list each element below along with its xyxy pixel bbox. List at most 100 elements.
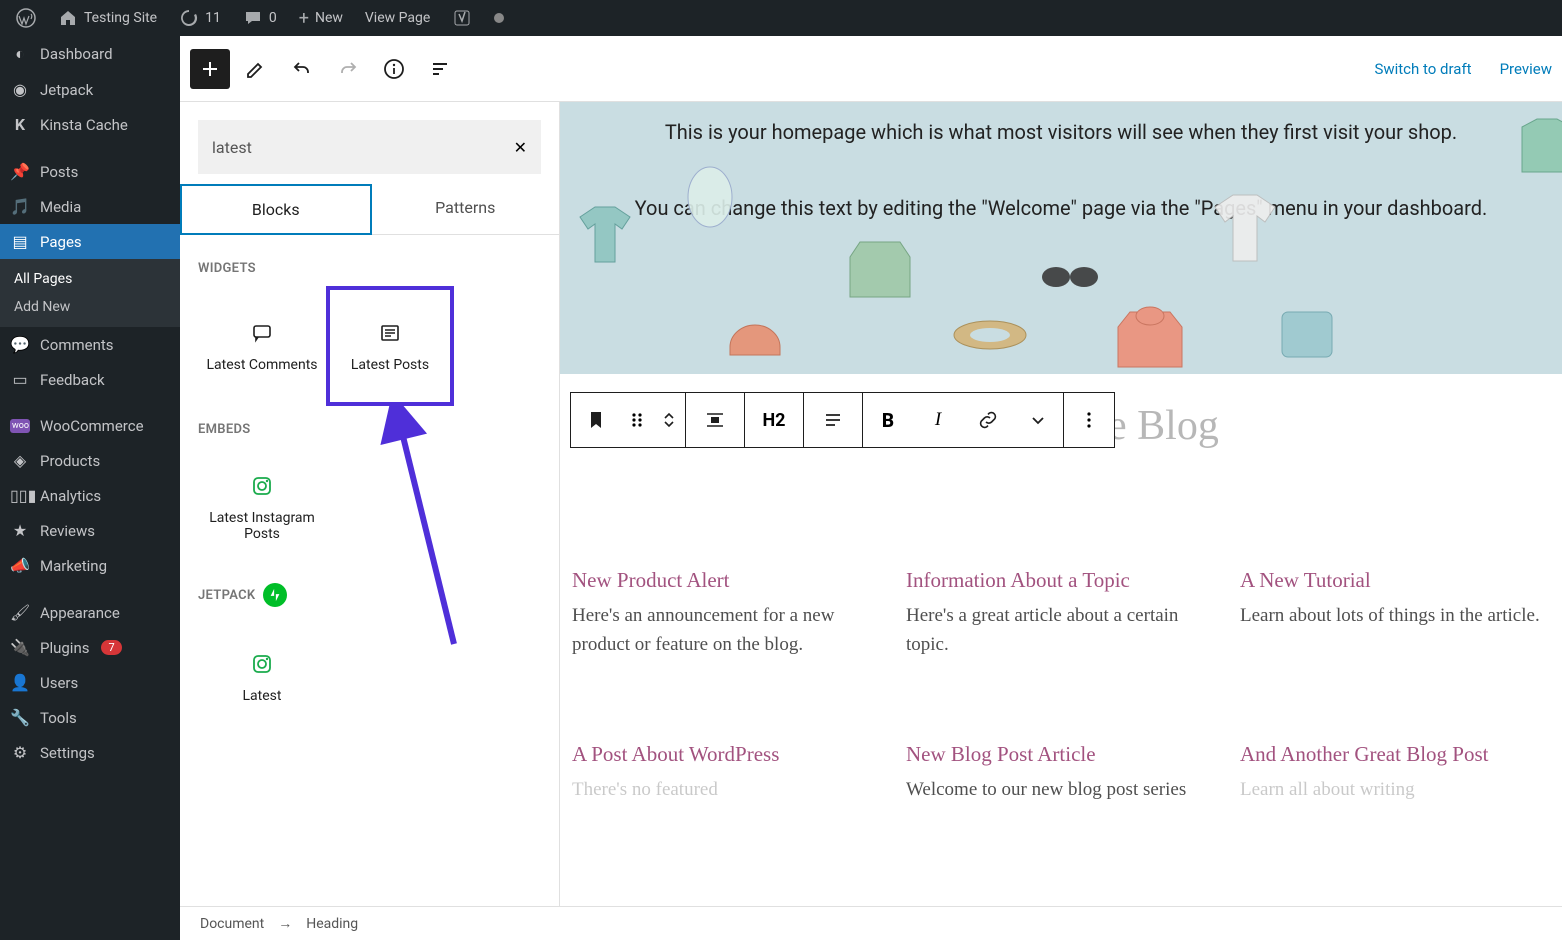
hero-banner: This is your homepage which is what most… (560, 102, 1562, 374)
italic-button[interactable]: I (913, 393, 963, 447)
admin-sidebar: ◐Dashboard ◉Jetpack KKinsta Cache 📌Posts… (0, 36, 180, 940)
site-name-item[interactable]: Testing Site (50, 8, 165, 28)
users-icon: 👤 (10, 673, 30, 692)
home-icon (58, 8, 78, 28)
clear-search-icon[interactable]: ✕ (514, 138, 527, 157)
submenu-add-new[interactable]: Add New (0, 293, 180, 321)
heading-level-button[interactable]: H2 (745, 393, 803, 447)
block-latest-instagram[interactable]: Latest Instagram Posts (198, 447, 326, 567)
details-button[interactable] (374, 49, 414, 89)
site-name: Testing Site (84, 10, 157, 26)
menu-dashboard[interactable]: ◐Dashboard (0, 36, 180, 72)
breadcrumb-current[interactable]: Heading (306, 916, 358, 932)
comment-icon (243, 8, 263, 28)
heading-placeholder[interactable]: e Blog (1108, 402, 1219, 450)
hanger-deco-icon (680, 152, 740, 232)
block-jetpack-latest[interactable]: Latest (198, 617, 326, 737)
drag-handle[interactable] (621, 393, 653, 447)
menu-tools[interactable]: 🔧Tools (0, 700, 180, 735)
hoodie2-deco-icon (1512, 112, 1562, 182)
post-card[interactable]: New Product AlertHere's an announcement … (572, 566, 884, 659)
updates-item[interactable]: 11 (171, 8, 229, 28)
section-jetpack-title: JETPACK (180, 567, 559, 617)
yoast-item[interactable] (444, 8, 480, 28)
yoast-icon (452, 8, 472, 28)
undo-button[interactable] (282, 49, 322, 89)
toggle-inserter-button[interactable] (190, 49, 230, 89)
menu-posts[interactable]: 📌Posts (0, 154, 180, 189)
menu-plugins[interactable]: 🔌Plugins7 (0, 630, 180, 665)
menu-analytics[interactable]: ▯▯▮Analytics (0, 478, 180, 513)
post-card[interactable]: New Blog Post ArticleWelcome to our new … (906, 740, 1218, 805)
view-page-item[interactable]: View Page (357, 10, 438, 26)
new-item[interactable]: + New (291, 8, 351, 29)
section-embeds-title: EMBEDS (180, 406, 559, 447)
menu-feedback[interactable]: ▭Feedback (0, 362, 180, 397)
more-options-button[interactable] (1064, 393, 1114, 447)
menu-users[interactable]: 👤Users (0, 665, 180, 700)
preview-link[interactable]: Preview (1500, 60, 1552, 78)
kinsta-icon: K (10, 115, 30, 134)
align-button[interactable] (686, 393, 744, 447)
block-toolbar: H2 B I (570, 392, 1115, 448)
post-title: A New Tutorial (1240, 566, 1552, 594)
comments-item[interactable]: 0 (235, 8, 285, 28)
bold-button[interactable]: B (863, 393, 913, 447)
tab-patterns[interactable]: Patterns (372, 184, 560, 235)
bold-icon: B (882, 409, 894, 432)
editor-canvas[interactable]: This is your homepage which is what most… (560, 102, 1562, 940)
edit-mode-button[interactable] (236, 49, 276, 89)
align-icon (703, 408, 727, 432)
redo-button[interactable] (328, 49, 368, 89)
plugin-badge: 7 (101, 640, 121, 655)
brush-icon: 🖌 (10, 603, 30, 622)
menu-kinsta[interactable]: KKinsta Cache (0, 107, 180, 142)
menu-comments[interactable]: 💬Comments (0, 327, 180, 362)
submenu-pages: All Pages Add New (0, 259, 180, 327)
menu-reviews[interactable]: ★Reviews (0, 513, 180, 548)
block-type-button[interactable] (571, 393, 621, 447)
sunglasses-deco-icon (1040, 257, 1100, 297)
breadcrumb-document[interactable]: Document (200, 916, 264, 932)
menu-media[interactable]: 🎵Media (0, 189, 180, 224)
link-button[interactable] (963, 393, 1013, 447)
menu-products[interactable]: ◈Products (0, 443, 180, 478)
menu-marketing[interactable]: 📣Marketing (0, 548, 180, 583)
move-handles[interactable] (653, 393, 685, 447)
menu-pages[interactable]: ▤Pages (0, 224, 180, 259)
menu-settings[interactable]: ⚙Settings (0, 735, 180, 770)
more-rich-button[interactable] (1013, 393, 1063, 447)
post-title: New Blog Post Article (906, 740, 1218, 768)
post-card[interactable]: Information About a TopicHere's a great … (906, 566, 1218, 659)
jetpack-badge-icon (263, 583, 287, 607)
block-editor: Switch to draft Preview ✕ Blocks Pattern… (180, 36, 1562, 940)
block-inserter-panel: ✕ Blocks Patterns WIDGETS Latest Comment… (180, 102, 560, 940)
heading-level-label: H2 (762, 410, 785, 431)
text-align-button[interactable] (804, 393, 862, 447)
switch-to-draft-link[interactable]: Switch to draft (1374, 60, 1471, 78)
italic-icon: I (935, 409, 941, 431)
inserter-search-input[interactable] (212, 138, 514, 157)
menu-jetpack[interactable]: ◉Jetpack (0, 72, 180, 107)
outline-button[interactable] (420, 49, 460, 89)
block-breadcrumb: Document → Heading (180, 906, 1562, 940)
post-excerpt: Here's an announcement for a new product… (572, 602, 884, 659)
latest-posts-row2: A Post About WordPressThere's no feature… (572, 740, 1552, 805)
wp-logo[interactable] (8, 8, 44, 28)
block-latest-comments[interactable]: Latest Comments (198, 286, 326, 406)
status-dot[interactable] (486, 13, 512, 23)
woo-icon: woo (10, 419, 30, 433)
tab-blocks[interactable]: Blocks (180, 184, 372, 235)
menu-appearance[interactable]: 🖌Appearance (0, 595, 180, 630)
products-icon: ◈ (10, 451, 30, 470)
post-card[interactable]: A Post About WordPressThere's no feature… (572, 740, 884, 805)
block-latest-posts[interactable]: Latest Posts (326, 286, 454, 406)
updates-count: 11 (205, 10, 221, 26)
info-icon (382, 57, 406, 81)
post-card[interactable]: A New TutorialLearn about lots of things… (1240, 566, 1552, 659)
post-card[interactable]: And Another Great Blog PostLearn all abo… (1240, 740, 1552, 805)
inserter-search[interactable]: ✕ (198, 120, 541, 174)
plus-icon: + (299, 8, 309, 29)
submenu-all-pages[interactable]: All Pages (0, 265, 180, 293)
menu-woocommerce[interactable]: wooWooCommerce (0, 409, 180, 443)
